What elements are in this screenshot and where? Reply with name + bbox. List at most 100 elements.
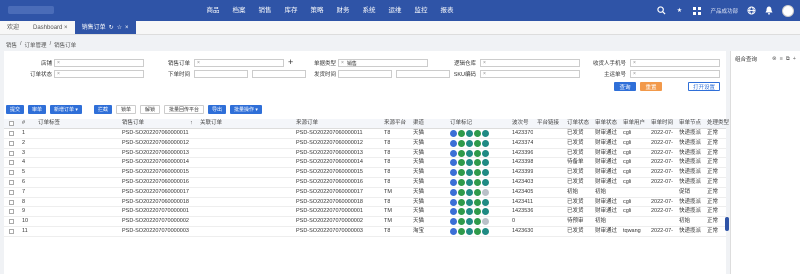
- bell-icon[interactable]: [764, 6, 774, 16]
- row-checkbox[interactable]: [9, 228, 14, 234]
- row-checkbox[interactable]: [9, 160, 14, 166]
- list-icon[interactable]: ≡: [780, 56, 783, 63]
- column-header[interactable]: 订单标记: [450, 119, 472, 128]
- column-header[interactable]: 渠道: [413, 119, 424, 128]
- table-row[interactable]: 1 PSD-SO202207060000011 PSD-SO202207060000…: [4, 129, 726, 139]
- toolbar-button[interactable]: 拦截: [93, 105, 112, 114]
- toolbar-button[interactable]: 解锁: [139, 105, 160, 114]
- toolbar-button[interactable]: 新增订单 ▾: [50, 105, 82, 114]
- ship-time-start[interactable]: [338, 70, 392, 78]
- row-checkbox[interactable]: [9, 131, 14, 136]
- add-icon[interactable]: +: [288, 57, 293, 67]
- nav-item[interactable]: 库存: [278, 0, 304, 21]
- order-mark-icon: [466, 169, 473, 177]
- toolbar-button[interactable]: 提交: [6, 105, 25, 114]
- shop-select[interactable]: ×: [54, 59, 144, 67]
- close-icon[interactable]: ×: [64, 25, 68, 31]
- sku-code-input[interactable]: ×: [480, 70, 580, 78]
- star-icon[interactable]: ★: [674, 6, 684, 16]
- row-checkbox[interactable]: [9, 179, 14, 185]
- order-status-select[interactable]: ×: [54, 70, 144, 78]
- avatar[interactable]: [782, 4, 794, 17]
- order-time-end[interactable]: [252, 70, 306, 78]
- star-icon[interactable]: ☆: [117, 21, 122, 35]
- column-header[interactable]: 订单标签: [38, 119, 60, 128]
- column-header[interactable]: #: [22, 119, 25, 128]
- order-time-start[interactable]: [194, 70, 248, 78]
- toolbar-button[interactable]: 锁单: [115, 105, 136, 114]
- main-order-input[interactable]: ×: [630, 70, 720, 78]
- row-checkbox[interactable]: [9, 170, 14, 176]
- column-header[interactable]: 销售订单: [122, 119, 144, 128]
- logic-warehouse-select[interactable]: ×: [480, 59, 580, 67]
- reset-button[interactable]: 重置: [640, 82, 662, 91]
- table-row[interactable]: 5 PSD-SO202207060000015 PSD-SO202207060000…: [4, 168, 726, 178]
- table-row[interactable]: 3 PSD-SO202207060000013 PSD-SO202207060000…: [4, 149, 726, 159]
- column-header[interactable]: 审单用户: [623, 119, 645, 128]
- cell-src: PSD-SO202207060000014: [296, 159, 363, 166]
- order-type-select[interactable]: × 销售: [338, 59, 428, 67]
- table-row[interactable]: 2 PSD-SO202207060000012 PSD-SO202207060000…: [4, 139, 726, 149]
- refresh-icon[interactable]: ↻: [109, 21, 114, 35]
- table-row[interactable]: 6 PSD-SO202207060000016 PSD-SO202207060000…: [4, 178, 726, 188]
- query-button[interactable]: 查询: [614, 82, 636, 91]
- table-row[interactable]: 9 PSD-SO202207070000001 PSD-SO202207070000…: [4, 207, 726, 218]
- delete-icon[interactable]: ⊗: [772, 56, 777, 63]
- table-row[interactable]: 7 PSD-SO202207060000017 PSD-SO202207060000…: [4, 188, 726, 198]
- toolbar-button[interactable]: 批量操作 ▾: [230, 105, 262, 114]
- column-header[interactable]: 关联订单: [200, 119, 222, 128]
- column-header[interactable]: 审单节点: [679, 119, 701, 128]
- select-all-checkbox[interactable]: [9, 121, 14, 126]
- toolbar-button[interactable]: 导出: [208, 105, 227, 114]
- column-header[interactable]: 审单状态: [595, 119, 617, 128]
- tab-welcome[interactable]: 欢迎: [0, 21, 26, 34]
- column-header[interactable]: 处理类型: [707, 119, 729, 128]
- row-checkbox[interactable]: [9, 140, 14, 146]
- scrollbar[interactable]: [725, 217, 729, 231]
- toolbar-button[interactable]: 批量回传平台: [163, 105, 204, 114]
- breadcrumb-item[interactable]: 销售: [6, 41, 17, 49]
- grid-icon[interactable]: [692, 6, 702, 16]
- row-checkbox[interactable]: [9, 150, 14, 156]
- column-header[interactable]: 审单时间: [651, 119, 673, 128]
- sales-order-input[interactable]: ×: [194, 59, 284, 67]
- nav-item[interactable]: 商品: [200, 0, 226, 21]
- nav-item[interactable]: 系统: [356, 0, 382, 21]
- open-settings-button[interactable]: 打开设置: [688, 82, 720, 91]
- nav-item[interactable]: 监控: [408, 0, 434, 21]
- cell-status: 已发货: [567, 130, 584, 136]
- globe-icon[interactable]: [746, 6, 756, 16]
- nav-item[interactable]: 报表: [434, 0, 460, 21]
- add-icon[interactable]: +: [793, 56, 796, 63]
- nav-item[interactable]: 运维: [382, 0, 408, 21]
- nav-item[interactable]: 档案: [226, 0, 252, 21]
- search-icon[interactable]: [656, 6, 666, 16]
- column-header[interactable]: 平台链接: [537, 119, 559, 128]
- row-checkbox[interactable]: [9, 219, 14, 225]
- nav-item[interactable]: 策略: [304, 0, 330, 21]
- sort-asc-icon[interactable]: ↑: [190, 119, 193, 128]
- table-row[interactable]: 10 PSD-SO202207070000002 PSD-SO20220707000…: [4, 217, 726, 227]
- breadcrumb-item[interactable]: 订单管理: [25, 41, 47, 49]
- table-row[interactable]: 8 PSD-SO202207060000018 PSD-SO202207060000…: [4, 198, 726, 208]
- tab-sales-order[interactable]: 销售订单 ↻ ☆ ×: [74, 21, 136, 35]
- nav-item[interactable]: 财务: [330, 0, 356, 21]
- table-row[interactable]: 4 PSD-SO202207060000014 PSD-SO202207060000…: [4, 158, 726, 169]
- column-header[interactable]: 来源订单: [296, 119, 318, 128]
- row-checkbox[interactable]: [9, 209, 14, 215]
- row-checkbox[interactable]: [9, 189, 14, 195]
- cell-node: 初始: [679, 218, 691, 225]
- column-header[interactable]: 订单状态: [567, 119, 589, 128]
- receiver-phone-input[interactable]: ×: [630, 59, 720, 67]
- column-header[interactable]: 来源平台: [384, 119, 406, 128]
- table-row[interactable]: 11 PSD-SO202207070000003 PSD-SO20220707000…: [4, 227, 726, 237]
- close-icon[interactable]: ×: [125, 21, 129, 35]
- user-department[interactable]: 产品成功部: [710, 7, 738, 15]
- toolbar-button[interactable]: 审单: [28, 105, 47, 114]
- copy-icon[interactable]: ⧉: [786, 56, 790, 63]
- nav-item[interactable]: 销售: [252, 0, 278, 21]
- tab-dashboard[interactable]: Dashboard ×: [26, 21, 75, 34]
- row-checkbox[interactable]: [9, 199, 14, 205]
- column-header[interactable]: 波次号: [512, 119, 529, 128]
- cell-n: 6: [22, 178, 26, 185]
